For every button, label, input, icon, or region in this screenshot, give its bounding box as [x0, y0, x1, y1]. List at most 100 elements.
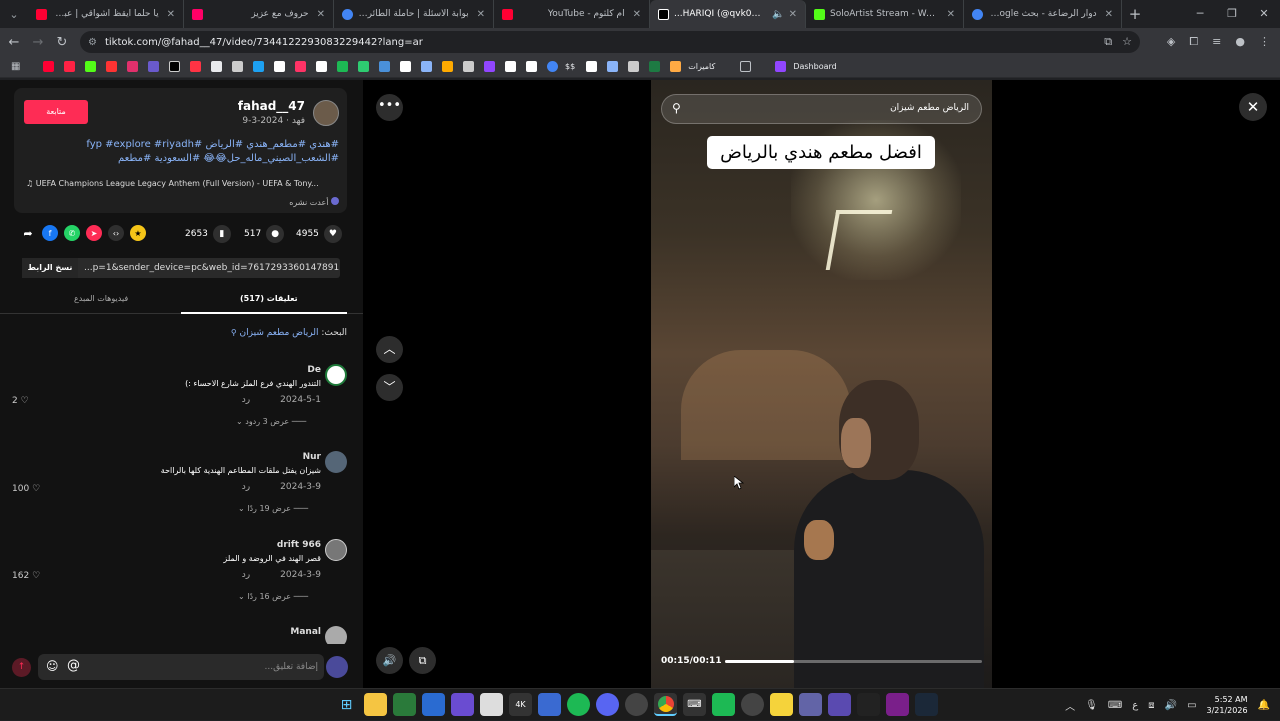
commenter-name[interactable]: Nur — [303, 452, 321, 462]
bookmark-google-icon[interactable] — [547, 61, 558, 72]
back-icon[interactable]: ← — [2, 35, 26, 50]
share-link-text[interactable]: ...p=1&sender_device=pc&web_id=761729336… — [78, 263, 340, 273]
reply-link[interactable]: رد — [242, 395, 250, 405]
browser-tab[interactable]: يا حلماً أيقظ أشواقي | عبدالله الم...✕ — [28, 0, 184, 28]
notifications-icon[interactable]: 🔔 — [1258, 700, 1270, 711]
app-icon[interactable] — [451, 693, 474, 716]
extension-icon[interactable]: ◈ — [1167, 35, 1175, 49]
steam-icon[interactable] — [915, 693, 938, 716]
discord-icon[interactable] — [596, 693, 619, 716]
author-username[interactable]: fahad__47 — [238, 99, 305, 113]
chrome-icon[interactable] — [654, 693, 677, 716]
kebab-menu-icon[interactable]: ⋮ — [1259, 35, 1270, 49]
close-tab-icon[interactable]: ✕ — [633, 9, 641, 20]
app-icon[interactable]: ⌨ — [683, 693, 706, 716]
commenter-avatar[interactable] — [325, 626, 347, 644]
speaker-icon[interactable]: 🔊 — [1165, 700, 1177, 711]
bookmark-icon[interactable] — [232, 61, 243, 72]
app-icon[interactable] — [712, 693, 735, 716]
network-icon[interactable]: ⧈ — [1148, 700, 1154, 711]
browser-tab[interactable]: بوابة الأسئلة | حاملة الطائرات جيرالد فو… — [334, 0, 494, 28]
tab-creator-videos[interactable]: فيديوهات المبدع — [74, 294, 128, 303]
media-control-icon[interactable]: ≡ — [1212, 35, 1221, 49]
video-search-bar[interactable]: ⚲ الرياض مطعم شيزان — [661, 94, 982, 124]
reply-link[interactable]: رد — [242, 570, 250, 580]
close-tab-icon[interactable]: ✕ — [1105, 9, 1113, 20]
comment-like[interactable]: 2 ♡ — [12, 396, 29, 406]
bookmark-icon[interactable] — [64, 61, 75, 72]
app-icon[interactable] — [393, 693, 416, 716]
view-replies[interactable]: ⌄ عرض 19 ردًا ─── — [238, 504, 308, 513]
address-bar[interactable]: ⚙ tiktok.com/@fahad__47/video/7344122293… — [80, 31, 1140, 53]
bookmark-dollar[interactable]: $$ — [565, 62, 575, 71]
more-options-icon[interactable]: ••• — [376, 94, 403, 121]
bookmark-icon[interactable] — [316, 61, 327, 72]
send-arrow-icon[interactable]: ↑ — [12, 658, 31, 677]
bookmark-instagram-icon[interactable] — [127, 61, 138, 72]
browser-tab[interactable]: ام كلثوم - YouTube ✕ — [494, 0, 650, 28]
commenter-name[interactable]: Manal — [290, 627, 321, 637]
user-avatar[interactable] — [326, 656, 348, 678]
bookmark-icon[interactable] — [484, 61, 495, 72]
emoji-icon[interactable]: ☺ — [46, 659, 59, 673]
tab-comments[interactable]: تعليقات (517) — [240, 294, 298, 303]
comment-like[interactable]: 100 ♡ — [12, 484, 40, 494]
app-icon[interactable] — [480, 693, 503, 716]
commenter-avatar[interactable] — [325, 451, 347, 473]
bookmark-icon[interactable] — [607, 61, 619, 72]
follow-button[interactable]: متابعة — [24, 100, 88, 124]
bookmark-icon[interactable] — [505, 61, 516, 72]
restore-icon[interactable]: ❐ — [1216, 0, 1248, 28]
hashtags-line-2[interactable]: #الشعب_الصيني_ماله_حل😂😂 #السعودية #مطعم — [19, 152, 339, 166]
comment-input[interactable] — [118, 658, 318, 676]
facebook-icon[interactable]: f — [42, 225, 58, 241]
embed-icon[interactable]: ‹› — [108, 225, 124, 241]
video-player[interactable]: ⚲ الرياض مطعم شيزان افضل مطعم هندي بالري… — [651, 80, 992, 688]
view-replies[interactable]: ⌄ عرض 16 ردًا ─── — [238, 592, 308, 601]
bookmark-icon[interactable] — [670, 61, 682, 72]
share-arrow-icon[interactable]: ➦ — [20, 225, 36, 241]
browser-tab[interactable]: دوار الرضاعة - بحث Google ✕ — [964, 0, 1122, 28]
windows-start-icon[interactable]: ⊞ — [335, 693, 358, 716]
bookmark-icon[interactable] — [358, 61, 369, 72]
bookmark-icon[interactable] — [295, 61, 306, 72]
bookmark-icon[interactable] — [442, 61, 453, 72]
teams-icon[interactable] — [799, 693, 822, 716]
clock[interactable]: 5:52 AM 3/21/2026 — [1207, 694, 1248, 716]
volume-icon[interactable]: 🔊 — [376, 647, 403, 674]
reply-link[interactable]: رد — [242, 482, 250, 492]
comments-stat[interactable]: 517 ● — [244, 225, 285, 243]
new-tab-button[interactable]: + — [1122, 5, 1148, 23]
file-explorer-icon[interactable] — [364, 693, 387, 716]
mute-tab-icon[interactable]: 🔈 — [772, 9, 784, 20]
browser-tab[interactable]: حروف مع عزيز ✕ — [184, 0, 334, 28]
video-progress-bar[interactable] — [725, 660, 982, 663]
keyboard-icon[interactable]: ⌨ — [1108, 700, 1122, 711]
commenter-name[interactable]: De — [307, 365, 321, 375]
bookmark-excel-icon[interactable] — [649, 61, 661, 72]
chevron-up-icon[interactable]: ︿ — [1065, 698, 1075, 713]
bookmark-icon[interactable] — [253, 61, 264, 72]
install-app-icon[interactable]: ⧉ — [1104, 35, 1112, 49]
microphone-icon[interactable]: 🎙 — [1085, 700, 1098, 711]
bookmark-icon[interactable] — [190, 61, 201, 72]
hashtags-line-1[interactable]: #هندي #مطعم_هندي #الرياض #fyp #explore #… — [19, 138, 339, 152]
tab-search-icon[interactable]: ⌄ — [0, 8, 28, 21]
commenter-avatar[interactable] — [325, 539, 347, 561]
bookmark-star-icon[interactable]: ☆ — [1122, 35, 1132, 49]
forward-icon[interactable]: → — [26, 35, 50, 50]
close-tab-icon[interactable]: ✕ — [477, 9, 485, 20]
profile-avatar-icon[interactable]: ● — [1235, 35, 1245, 49]
app-icon[interactable] — [886, 693, 909, 716]
likes-stat[interactable]: 4955 ♥ — [296, 225, 342, 243]
bookmark-kick-icon[interactable] — [85, 61, 96, 72]
bookmark-icon[interactable] — [148, 61, 159, 72]
next-video-button[interactable]: ﹀ — [376, 374, 403, 401]
close-tab-icon[interactable]: ✕ — [167, 9, 175, 20]
app-4k-icon[interactable]: 4K — [509, 693, 532, 716]
bookmark-icon[interactable] — [628, 61, 640, 72]
close-tab-icon[interactable]: ✕ — [317, 9, 325, 20]
bookmark-icon[interactable] — [379, 61, 390, 72]
battery-icon[interactable]: ▭ — [1187, 700, 1196, 711]
bookmark-icon[interactable] — [463, 61, 474, 72]
